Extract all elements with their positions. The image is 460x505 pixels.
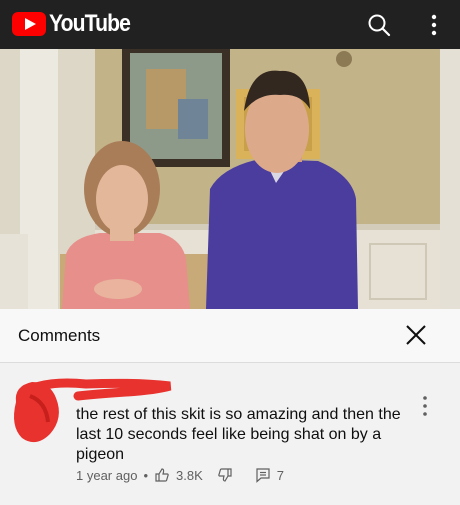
like-count: 3.8K (176, 467, 203, 483)
video-frame-image (0, 49, 460, 309)
more-vert-icon[interactable] (424, 12, 444, 38)
search-icon[interactable] (366, 12, 392, 38)
comment-more-icon[interactable] (418, 395, 432, 417)
close-icon[interactable] (404, 323, 428, 347)
comments-header: Comments (0, 309, 460, 363)
youtube-play-icon (12, 12, 46, 36)
thumbs-down-icon[interactable] (217, 467, 233, 483)
comment-text: the rest of this skit is so amazing and … (76, 406, 401, 463)
thumbs-up-icon[interactable] (154, 467, 170, 483)
comments-title: Comments (18, 326, 101, 345)
meta-separator: • (143, 467, 148, 483)
reply-count: 7 (276, 467, 284, 483)
comment-meta: 1 year ago • 3.8K 7 (76, 466, 284, 484)
youtube-logo-text: YouTube (49, 10, 131, 37)
video-player[interactable] (0, 49, 460, 309)
top-app-bar: YouTube (0, 0, 460, 49)
youtube-logo[interactable]: YouTube (12, 10, 141, 38)
comment-time: 1 year ago (76, 467, 138, 483)
reply-icon[interactable] (255, 467, 271, 483)
